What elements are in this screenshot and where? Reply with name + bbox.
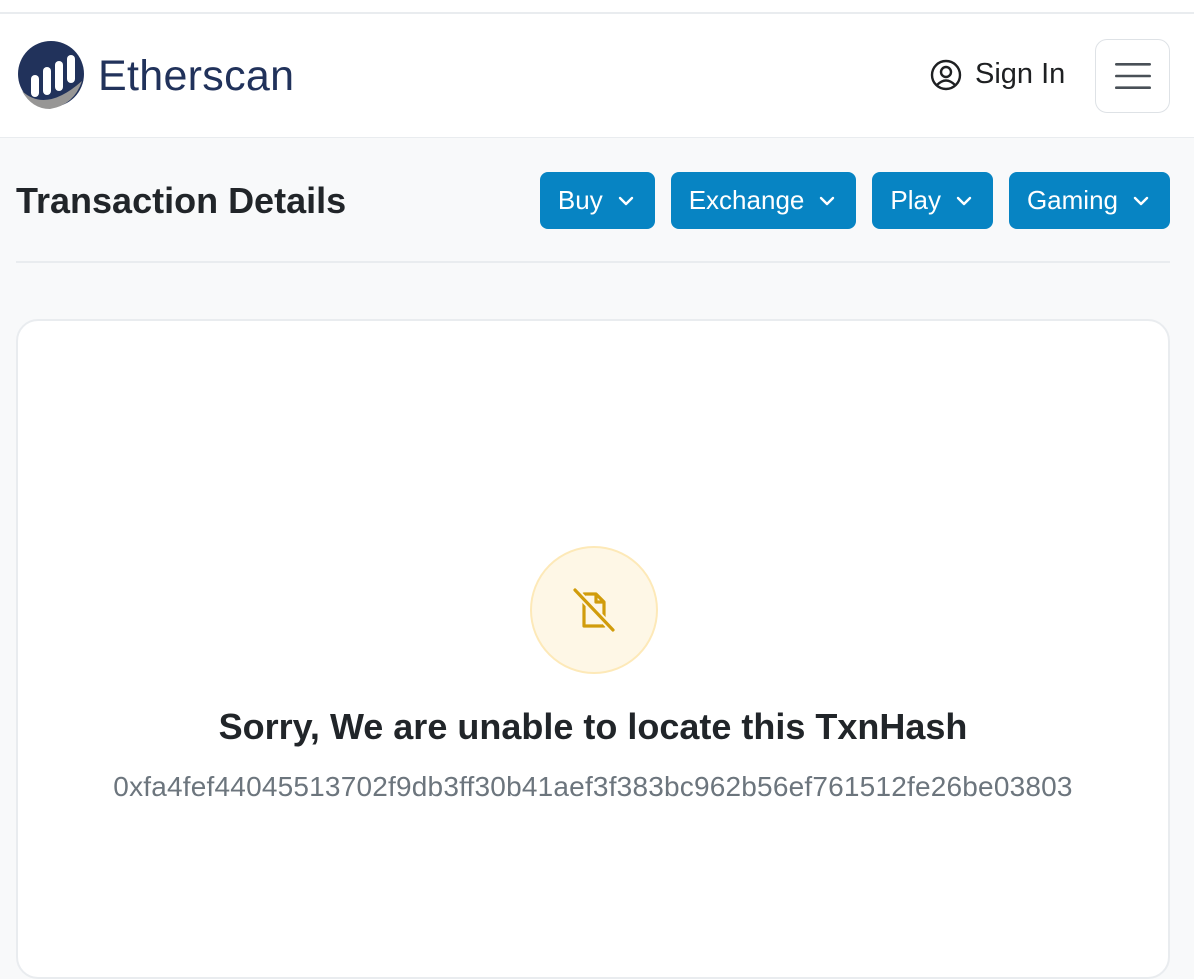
chevron-down-icon [1133,196,1149,205]
section-divider [16,261,1170,263]
gaming-dropdown-button[interactable]: Gaming [1008,172,1170,229]
sign-in-label: Sign In [975,58,1066,90]
exchange-dropdown-button[interactable]: Exchange [670,172,857,229]
chevron-down-icon [618,196,633,205]
sign-in-link[interactable]: Sign In [930,58,1065,91]
menu-toggle-button[interactable] [1095,39,1170,113]
play-dropdown-button[interactable]: Play [872,172,993,229]
top-edge [0,0,1194,14]
buy-label: Buy [557,185,603,215]
chevron-down-icon [956,196,972,205]
exchange-label: Exchange [688,185,805,215]
play-label: Play [890,185,941,215]
gaming-label: Gaming [1026,185,1118,215]
title-row: Transaction Details Buy Exchange Play Ga… [16,170,1170,230]
site-header: Etherscan Sign In [0,14,1194,138]
etherscan-logo[interactable]: Etherscan [16,41,294,111]
error-message: Sorry, We are unable to locate this TxnH… [218,706,968,747]
hamburger-icon [1114,63,1151,89]
brand-name: Etherscan [98,51,295,100]
action-buttons: Buy Exchange Play Gaming [539,172,1170,229]
etherscan-logo-icon [18,41,84,109]
transaction-hash: 0xfa4fef44045513702f9db3ff30b41aef3f383b… [113,771,1073,802]
user-circle-icon [930,59,962,90]
file-slash-glyph [572,587,616,633]
chevron-down-icon [820,196,835,205]
file-slash-icon [530,546,658,674]
buy-dropdown-button[interactable]: Buy [539,172,655,229]
empty-state-card: Sorry, We are unable to locate this TxnH… [16,319,1170,979]
page-title: Transaction Details [16,180,347,221]
